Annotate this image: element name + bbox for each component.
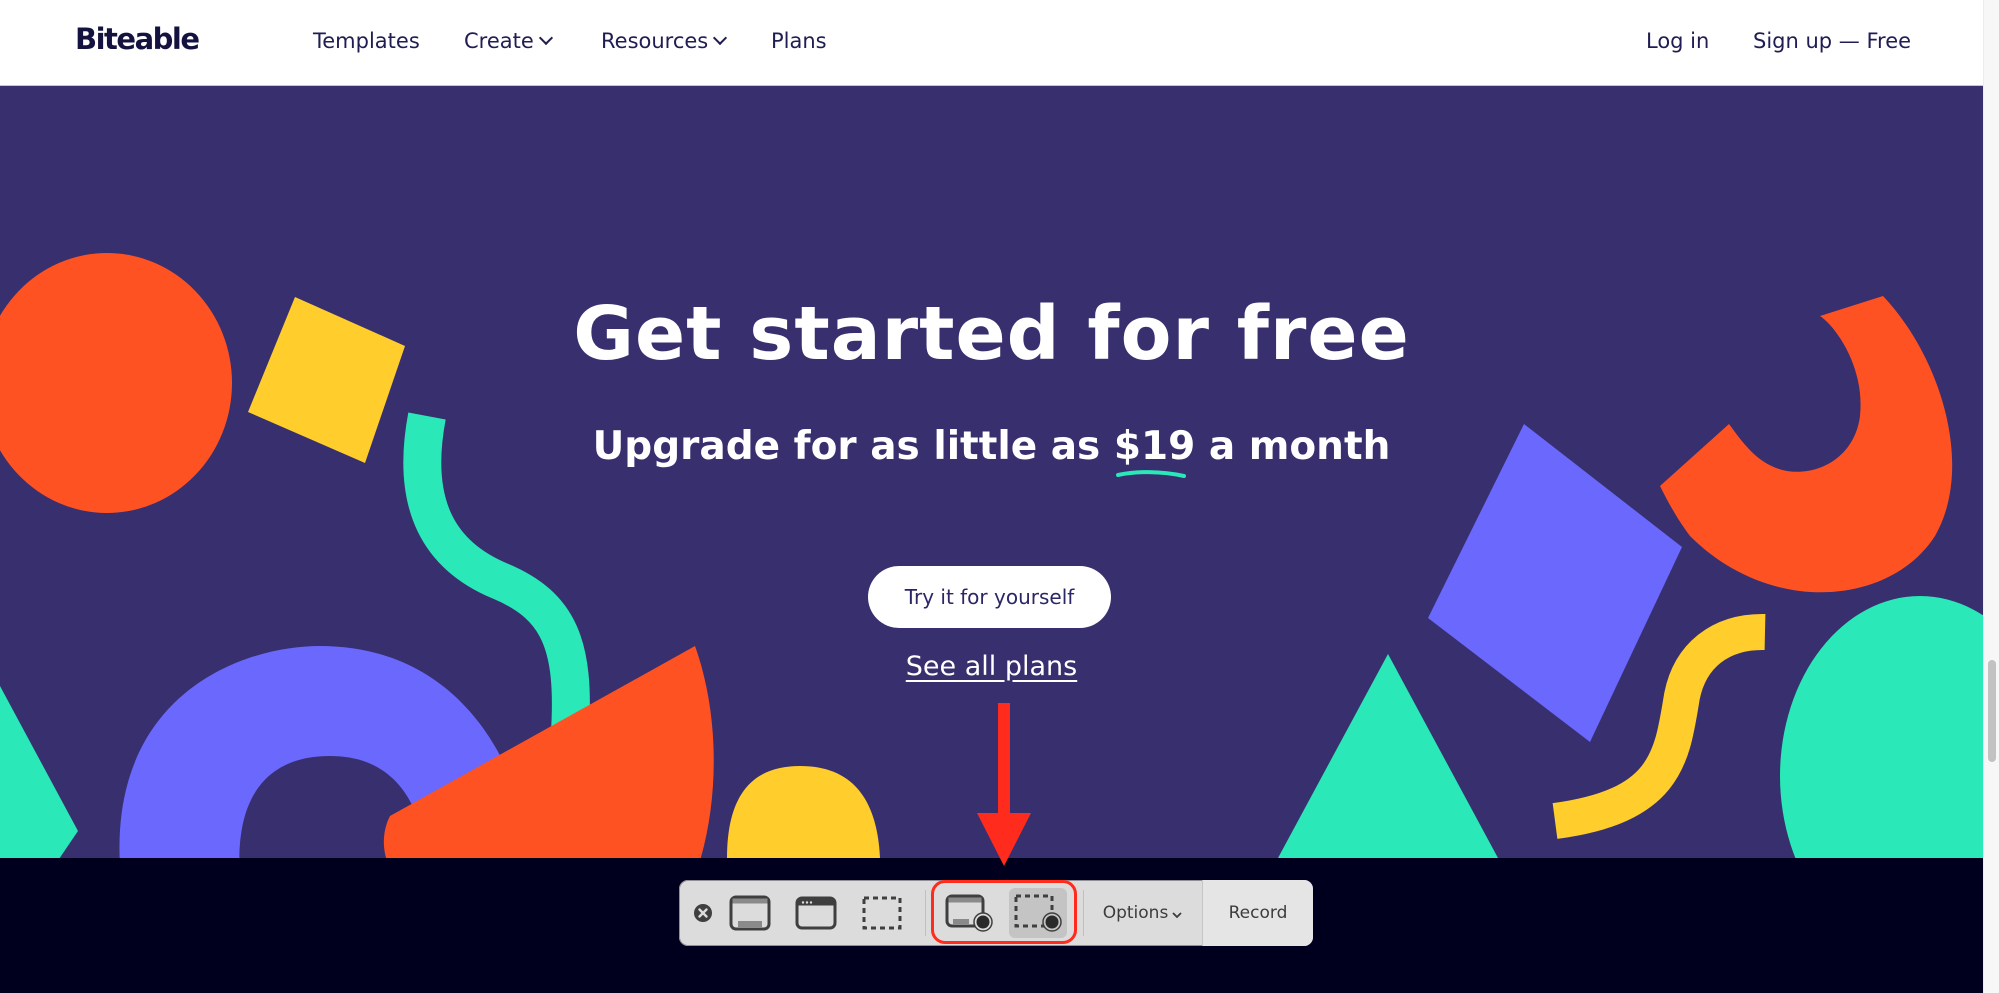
chevron-down-icon [538, 30, 553, 46]
close-button[interactable] [689, 888, 717, 938]
scrollbar-thumb[interactable] [1988, 660, 1996, 762]
login-link[interactable]: Log in [1646, 29, 1709, 53]
capture-entire-screen-button[interactable] [723, 888, 777, 938]
options-label: Options [1102, 903, 1169, 923]
screen-record-icon [945, 894, 993, 932]
teal-circle-shape [1780, 596, 1983, 858]
chevron-down-icon [713, 30, 728, 46]
try-it-button[interactable]: Try it for yourself [868, 566, 1111, 628]
dashed-rect-icon [862, 896, 902, 930]
window-icon [795, 896, 837, 930]
plans-link-row: See all plans [0, 651, 1983, 682]
nav-create[interactable]: Create [464, 29, 553, 53]
subheadline-text: Upgrade for as little as [592, 424, 1114, 469]
subheadline-text-end: a month [1195, 424, 1391, 469]
vertical-scrollbar[interactable] [1983, 0, 1999, 993]
capture-selection-button[interactable] [855, 888, 909, 938]
nav-plans-label: Plans [771, 29, 827, 53]
record-label: Record [1228, 903, 1288, 923]
nav-create-label: Create [464, 29, 534, 53]
biteable-logo[interactable]: Biteable [75, 22, 200, 56]
teal-triangle-shape [0, 686, 78, 858]
nav-resources[interactable]: Resources [601, 29, 728, 53]
hero-headline: Get started for free [573, 291, 1410, 377]
screen-icon [729, 895, 771, 931]
options-dropdown[interactable]: Options [1087, 888, 1199, 938]
record-selection-button[interactable] [1009, 888, 1067, 938]
capture-window-button[interactable] [789, 888, 843, 938]
signup-link[interactable]: Sign up — Free [1753, 29, 1911, 53]
hero-subheadline: Upgrade for as little as $19 a month [0, 424, 1983, 478]
nav-resources-label: Resources [601, 29, 709, 53]
red-annotation-arrow-icon [977, 703, 1031, 866]
dashed-rect-record-icon [1014, 894, 1062, 932]
toolbar-divider [925, 890, 926, 936]
purple-square-shape [1428, 424, 1682, 742]
top-nav: Biteable Templates Create Resources Plan… [0, 0, 1983, 86]
chevron-down-icon [1172, 912, 1182, 919]
close-circle-icon [694, 904, 712, 922]
nav-templates[interactable]: Templates [313, 29, 420, 53]
yellow-semicircle-shape [727, 766, 880, 858]
price-value: $19 [1113, 424, 1196, 469]
see-all-plans-link[interactable]: See all plans [906, 651, 1077, 682]
screenshot-toolbar: Options Record [679, 880, 1313, 946]
price-highlight: $19 [1113, 424, 1196, 478]
nav-templates-label: Templates [313, 29, 420, 53]
price-underline-squiggle [1115, 470, 1186, 478]
teal-triangle-right-shape [1278, 654, 1498, 858]
nav-plans[interactable]: Plans [771, 29, 827, 53]
toolbar-divider [1083, 890, 1084, 936]
record-button[interactable]: Record [1202, 880, 1313, 946]
record-entire-screen-button[interactable] [939, 888, 999, 938]
